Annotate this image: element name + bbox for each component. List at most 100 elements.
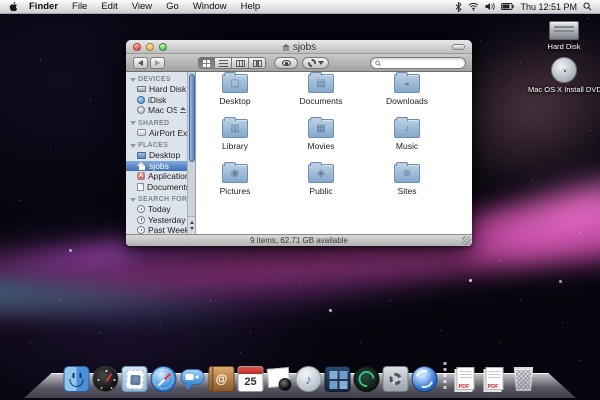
downloads-stack-dock-icon[interactable]: PDF [482,366,508,392]
menu-window[interactable]: Window [186,1,234,12]
menu-bar-clock[interactable]: Thu 12:51 PM [520,2,577,12]
sidebar-section-places[interactable]: PLACES [126,141,188,150]
iphoto-dock-icon[interactable] [267,366,293,392]
disclosure-triangle-icon[interactable] [130,121,136,125]
menu-file[interactable]: File [65,1,94,12]
trash-dock-icon[interactable] [511,366,537,392]
window-body: DEVICES Hard Disk iDisk Mac OS X I... SH… [126,72,472,234]
sidebar-item-applications[interactable]: AApplications [126,171,188,182]
sites-emblem-icon: ⊕ [395,165,419,182]
folder-documents[interactable]: ▤Documents [278,74,364,106]
disclosure-triangle-icon[interactable] [130,144,136,148]
battery-icon[interactable] [501,3,514,10]
sidebar-section-shared[interactable]: SHARED [126,119,188,128]
sidebar-item-past-week[interactable]: Past Week [126,225,188,234]
back-button[interactable] [133,57,148,69]
eye-icon [282,60,291,66]
time-machine-dock-icon[interactable] [354,366,380,392]
software-update-dock-icon[interactable] [412,366,438,392]
disclosure-triangle-icon[interactable] [130,198,136,202]
search-icon [375,60,381,67]
sidebar-item-desktop[interactable]: Desktop [126,150,188,161]
sidebar-item-yesterday[interactable]: Yesterday [126,215,188,226]
folder-public[interactable]: ◈Public [278,164,364,196]
music-emblem-icon: ♪ [395,120,419,137]
coverflow-view-icon [253,60,262,67]
desktop-icon-hard-disk[interactable]: Hard Disk [534,21,594,51]
quick-look-button[interactable] [274,57,298,69]
folder-icon: ♪ [394,119,420,138]
sidebar-item-documents[interactable]: Documents [126,182,188,193]
ichat-dock-icon[interactable] [180,366,206,392]
wifi-icon[interactable] [468,2,479,11]
eject-icon[interactable] [180,107,184,113]
list-view-button[interactable] [215,57,232,69]
pictures-emblem-icon: ◉ [223,165,247,182]
dvd-disc-icon [137,106,145,114]
sidebar-item-hard-disk[interactable]: Hard Disk [126,84,188,95]
address-book-dock-icon[interactable]: @ [209,366,235,392]
apple-menu-icon[interactable] [8,1,19,12]
pdf-badge: PDF [459,384,470,390]
bluetooth-icon[interactable] [455,2,462,12]
sidebar-item-airport-extreme[interactable]: AirPort Extreme [126,128,188,139]
status-bar: 9 items, 62.71 GB available [126,234,472,246]
idisk-icon [137,96,145,104]
view-mode-control [198,57,266,69]
sidebar-section-search-for[interactable]: SEARCH FOR [126,195,188,204]
finder-dock-icon[interactable] [64,366,90,392]
dashboard-dock-icon[interactable] [93,366,119,392]
folder-downloads[interactable]: ◒Downloads [364,74,450,106]
folder-movies[interactable]: ▦Movies [278,119,364,151]
folder-desktop[interactable]: ▢Desktop [192,74,278,106]
column-view-button[interactable] [232,57,249,69]
menu-bar-status: Thu 12:51 PM [455,2,600,12]
itunes-dock-icon[interactable]: ♪ [296,366,322,392]
folder-music[interactable]: ♪Music [364,119,450,151]
gear-icon [390,373,402,385]
coverflow-view-button[interactable] [249,57,266,69]
folder-library[interactable]: ▥Library [192,119,278,151]
window-title: sjobs [126,40,472,54]
volume-icon[interactable] [485,2,495,11]
spotlight-icon[interactable] [583,2,592,11]
search-field[interactable] [370,57,466,69]
scroll-down-icon[interactable] [190,227,194,230]
desktop-icon-install-dvd[interactable]: Mac OS X Install DVD [528,57,600,94]
clock-icon [137,226,145,234]
menu-help[interactable]: Help [234,1,268,12]
safari-dock-icon[interactable] [151,366,177,392]
folder-sites[interactable]: ⊕Sites [364,164,450,196]
menu-go[interactable]: Go [159,1,186,12]
menu-finder[interactable]: Finder [29,1,65,12]
menu-view[interactable]: View [125,1,159,12]
sidebar-item-install-dvd[interactable]: Mac OS X I... [126,105,188,116]
desktop-emblem-icon: ▢ [223,75,247,92]
scroll-up-icon[interactable] [190,221,194,224]
menu-edit[interactable]: Edit [94,1,124,12]
sidebar-item-sjobs[interactable]: sjobs [126,161,196,172]
documents-stack-dock-icon[interactable]: PDF [453,366,479,392]
dock-separator [444,362,447,392]
library-emblem-icon: ▥ [223,120,247,137]
ical-dock-icon[interactable]: 25 [238,366,264,392]
toolbar-toggle-button[interactable] [452,44,465,50]
mail-dock-icon[interactable] [122,366,148,392]
disclosure-triangle-icon[interactable] [130,78,136,82]
resize-grip[interactable] [462,236,471,245]
sidebar-item-today[interactable]: Today [126,204,188,215]
action-menu-button[interactable] [302,57,329,69]
spaces-dock-icon[interactable] [325,366,351,392]
title-bar[interactable]: sjobs [126,40,472,54]
search-input[interactable] [383,58,461,68]
scrollbar-arrows [188,216,196,234]
folder-pictures[interactable]: ◉Pictures [192,164,278,196]
forward-button[interactable] [150,57,165,69]
icon-view-button[interactable] [198,57,215,69]
documents-emblem-icon: ▤ [309,75,333,92]
system-preferences-dock-icon[interactable] [383,366,409,392]
applications-icon: A [137,172,145,180]
sidebar-section-devices[interactable]: DEVICES [126,75,188,84]
sidebar-item-idisk[interactable]: iDisk [126,95,188,106]
column-view-icon [236,60,245,67]
